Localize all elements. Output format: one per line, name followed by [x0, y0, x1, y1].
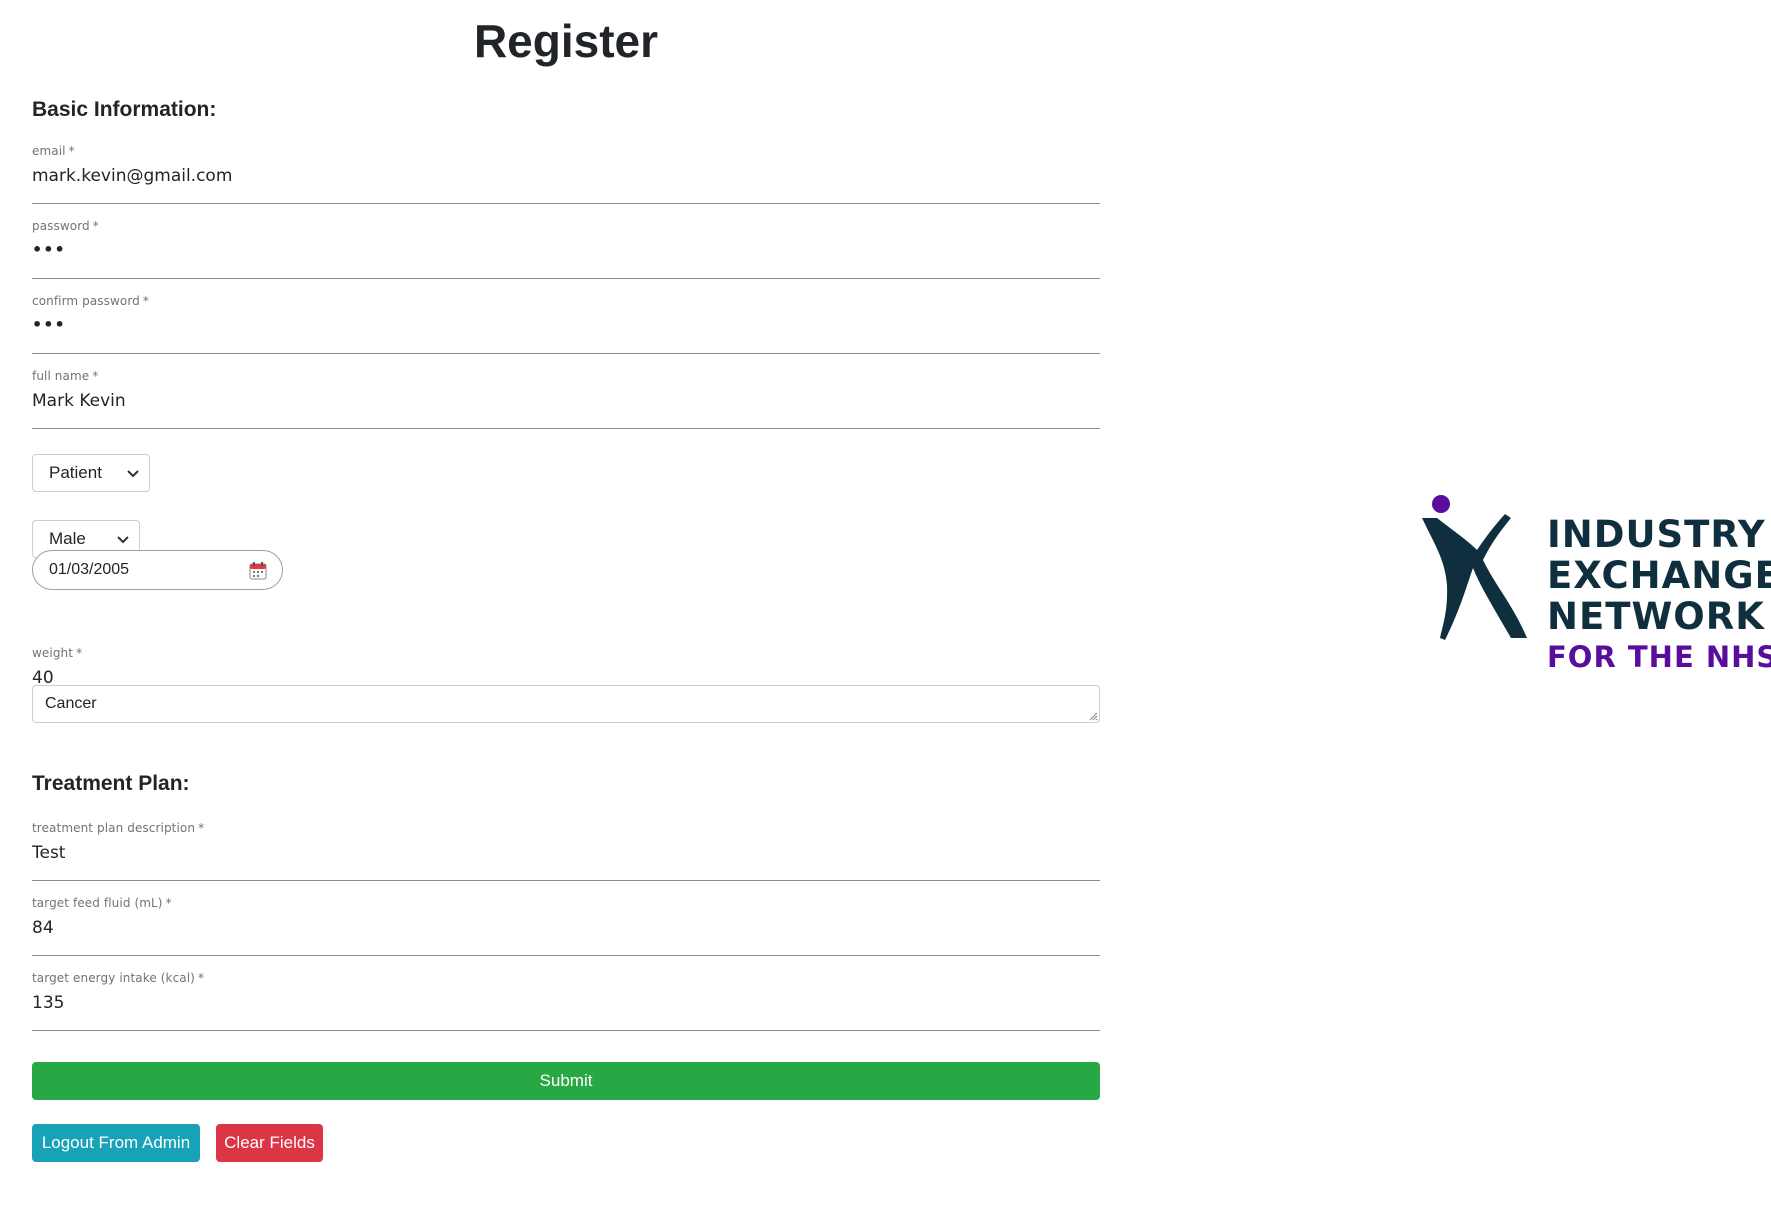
confirm-password-value[interactable]: •••: [32, 315, 66, 334]
logo-text: INDUSTRY EXCHANGE NETWORK FOR THE NHS: [1547, 516, 1771, 684]
clear-fields-button[interactable]: Clear Fields: [216, 1124, 323, 1162]
submit-button[interactable]: Submit: [32, 1062, 1100, 1100]
email-label: email *: [32, 144, 75, 158]
treatment-plan-heading: Treatment Plan:: [32, 772, 190, 795]
calendar-icon[interactable]: [249, 562, 267, 580]
target-feed-fluid-label: target feed fluid (mL) *: [32, 896, 172, 910]
basic-information-heading: Basic Information:: [32, 98, 217, 121]
logout-from-admin-button[interactable]: Logout From Admin: [32, 1124, 200, 1162]
page-title: Register: [473, 15, 659, 67]
full-name-field[interactable]: full name * Mark Kevin: [32, 369, 1100, 429]
full-name-label: full name *: [32, 369, 99, 383]
treatment-plan-description-field[interactable]: treatment plan description * Test: [32, 821, 1100, 881]
gender-select-value: Male: [49, 529, 86, 548]
weight-label: weight *: [32, 646, 83, 660]
ien-logo-mark-icon: [1422, 495, 1527, 640]
role-select[interactable]: Patient: [32, 454, 150, 492]
password-field[interactable]: password * •••: [32, 219, 1100, 279]
target-energy-intake-label: target energy intake (kcal) *: [32, 971, 205, 985]
logo-line-for-the-nhs: FOR THE NHS: [1547, 640, 1771, 674]
register-page: Register Basic Information: email * mark.…: [0, 0, 1771, 1222]
email-value[interactable]: mark.kevin@gmail.com: [32, 166, 232, 186]
full-name-value[interactable]: Mark Kevin: [32, 391, 126, 411]
treatment-plan-description-value[interactable]: Test: [32, 843, 65, 863]
password-label: password *: [32, 219, 99, 233]
condition-value: Cancer: [45, 695, 97, 712]
logo-line-exchange: EXCHANGE: [1547, 554, 1771, 597]
treatment-plan-description-label: treatment plan description *: [32, 821, 205, 835]
resize-grip-icon[interactable]: [1088, 711, 1098, 721]
chevron-down-icon: [117, 536, 129, 544]
target-feed-fluid-field[interactable]: target feed fluid (mL) * 84: [32, 896, 1100, 956]
logo-line-network: NETWORK: [1547, 595, 1765, 638]
role-select-value: Patient: [49, 463, 102, 482]
chevron-down-icon: [127, 470, 139, 478]
password-value[interactable]: •••: [32, 240, 66, 259]
condition-textarea[interactable]: Cancer: [32, 685, 1100, 723]
date-of-birth-value: 01/03/2005: [49, 561, 130, 578]
confirm-password-field[interactable]: confirm password * •••: [32, 294, 1100, 354]
industry-exchange-network-logo: INDUSTRY EXCHANGE NETWORK FOR THE NHS: [1415, 490, 1771, 680]
email-field[interactable]: email * mark.kevin@gmail.com: [32, 144, 1100, 204]
date-of-birth-input[interactable]: 01/03/2005: [32, 550, 283, 590]
target-energy-intake-field[interactable]: target energy intake (kcal) * 135: [32, 971, 1100, 1031]
target-feed-fluid-value[interactable]: 84: [32, 918, 54, 938]
target-energy-intake-value[interactable]: 135: [32, 993, 64, 1013]
confirm-password-label: confirm password *: [32, 294, 150, 308]
logo-line-industry: INDUSTRY: [1547, 513, 1766, 556]
